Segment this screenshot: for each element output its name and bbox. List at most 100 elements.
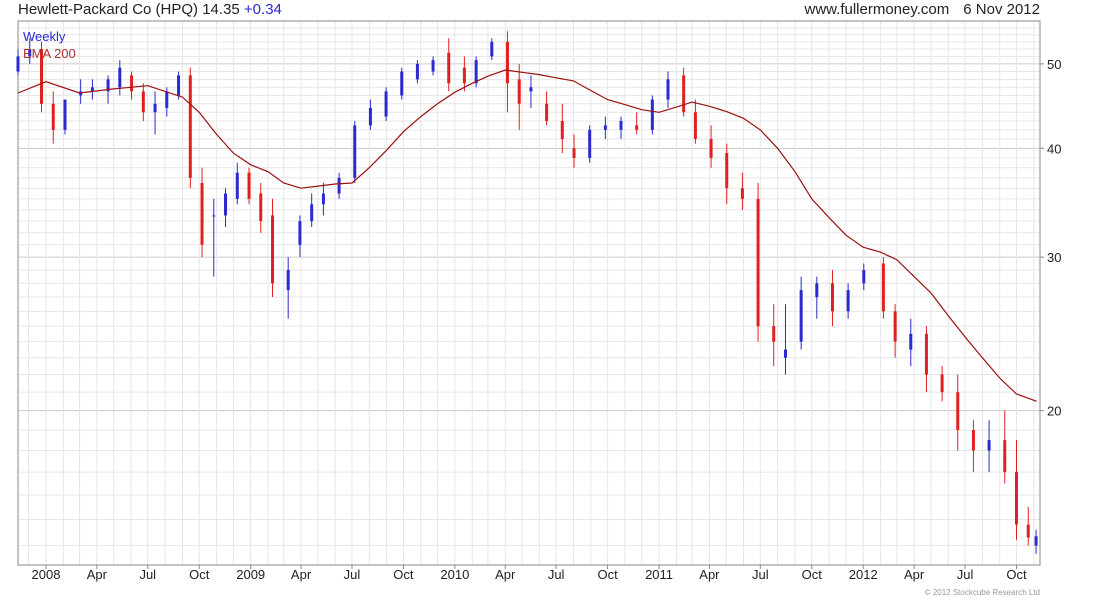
candle — [846, 283, 850, 319]
grid — [18, 21, 1040, 565]
candle — [635, 112, 639, 135]
ema-series — [17, 69, 1037, 402]
candle — [881, 257, 885, 319]
candle-body — [815, 283, 819, 298]
candlestick-series — [16, 31, 1038, 554]
candle — [956, 374, 960, 451]
x-tick-label: 2011 — [645, 567, 673, 582]
candle-body — [188, 75, 192, 178]
candle — [259, 182, 263, 233]
candle-body — [799, 290, 803, 342]
candle-body — [447, 52, 451, 84]
candle — [118, 60, 122, 96]
ema-200-line — [17, 69, 1037, 402]
y-tick-label: 30 — [1047, 250, 1061, 265]
legend-ema: EMA 200 — [23, 46, 76, 61]
candle-body — [200, 182, 204, 245]
candle — [666, 71, 670, 108]
candle — [545, 91, 549, 126]
x-tick-label: Apr — [699, 567, 720, 582]
candle-body — [51, 103, 55, 130]
candle — [893, 304, 897, 358]
candle-body — [588, 129, 592, 158]
candle-body — [462, 67, 466, 84]
candle — [384, 87, 388, 121]
candle — [235, 162, 239, 205]
candle — [63, 99, 67, 135]
x-tick-label: Oct — [189, 567, 210, 582]
candle — [529, 75, 533, 108]
candle-body — [830, 283, 834, 312]
x-tick-label: 2012 — [849, 567, 878, 582]
x-tick-label: Jul — [548, 567, 565, 582]
candle-body — [474, 60, 478, 84]
price-chart: 20 30 40 50 2008 Apr Jul Oct 2009 Apr Jul Oct 2010 A… — [16, 20, 1061, 582]
x-tick-label: 2009 — [236, 567, 265, 582]
candle-body — [635, 125, 639, 130]
candle-body — [682, 75, 686, 113]
copyright-credit: © 2012 Stockcube Research Ltd — [924, 588, 1040, 597]
candle — [51, 91, 55, 144]
candle — [400, 67, 404, 100]
candle-body — [177, 75, 181, 96]
candle-body — [490, 41, 494, 57]
candle — [709, 125, 713, 168]
candle-body — [368, 107, 372, 126]
candle-body — [560, 120, 564, 139]
candle-body — [310, 204, 314, 222]
candle — [1026, 507, 1030, 546]
candle-body — [400, 71, 404, 96]
candle — [16, 49, 20, 76]
legend: Weekly EMA 200 — [23, 29, 76, 61]
candle — [588, 125, 592, 163]
candle — [271, 198, 275, 298]
x-tick-label: 2008 — [32, 567, 61, 582]
candle-body — [603, 125, 607, 130]
candle-body — [572, 148, 576, 158]
candle-body — [650, 99, 654, 130]
candle — [830, 270, 834, 327]
candle — [924, 326, 928, 393]
candle-body — [862, 270, 866, 284]
candle — [799, 276, 803, 350]
candle-body — [725, 153, 729, 189]
candle — [560, 103, 564, 154]
candle — [619, 116, 623, 139]
legend-weekly: Weekly — [23, 29, 66, 44]
candle-body — [431, 60, 435, 72]
candle — [505, 31, 509, 113]
candle — [650, 95, 654, 135]
candle-body — [259, 193, 263, 222]
candle-body — [517, 79, 521, 104]
x-tick-label: 2010 — [440, 567, 469, 582]
candle-body — [16, 56, 20, 72]
candle — [141, 83, 145, 121]
candle-body — [846, 290, 850, 312]
candle — [682, 67, 686, 117]
candle-body — [1026, 524, 1030, 538]
plot-frame — [17, 20, 1041, 566]
candle-body — [63, 99, 67, 130]
candle-body — [693, 112, 697, 139]
x-tick-label: Apr — [904, 567, 925, 582]
x-tick-label: Jul — [752, 567, 769, 582]
candle-body — [1015, 472, 1019, 525]
candle-body — [756, 198, 760, 327]
x-tick-label: Jul — [139, 567, 156, 582]
candle-body — [619, 120, 623, 130]
candle — [756, 182, 760, 342]
candle-body — [337, 177, 341, 194]
candle-body — [212, 215, 216, 217]
candle-body — [772, 326, 776, 342]
x-tick-label: Apr — [495, 567, 516, 582]
candle-body — [956, 392, 960, 431]
candle — [188, 67, 192, 189]
candle-body — [924, 333, 928, 375]
candle-body — [247, 172, 251, 199]
candle-body — [987, 440, 991, 451]
candle — [693, 99, 697, 144]
candle — [772, 304, 776, 367]
candle-body — [130, 75, 134, 92]
y-axis: 20 30 40 50 — [1040, 57, 1061, 419]
candle-body — [235, 172, 239, 199]
